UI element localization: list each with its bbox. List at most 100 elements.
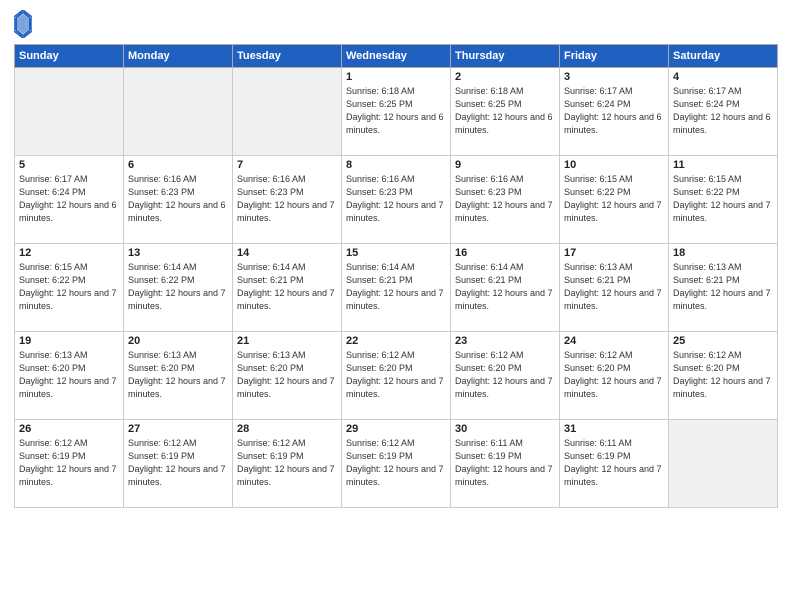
day-number: 6 [128,159,228,171]
day-number: 4 [673,71,773,83]
day-info: Sunrise: 6:12 AMSunset: 6:19 PMDaylight:… [19,438,117,487]
calendar-day-header: Tuesday [233,45,342,68]
calendar-cell: 20 Sunrise: 6:13 AMSunset: 6:20 PMDaylig… [124,332,233,420]
day-number: 1 [346,71,446,83]
calendar-header-row: SundayMondayTuesdayWednesdayThursdayFrid… [15,45,778,68]
day-info: Sunrise: 6:13 AMSunset: 6:21 PMDaylight:… [673,262,771,311]
calendar-cell: 23 Sunrise: 6:12 AMSunset: 6:20 PMDaylig… [451,332,560,420]
calendar-day-header: Monday [124,45,233,68]
day-info: Sunrise: 6:17 AMSunset: 6:24 PMDaylight:… [564,86,662,135]
day-info: Sunrise: 6:17 AMSunset: 6:24 PMDaylight:… [673,86,771,135]
day-info: Sunrise: 6:16 AMSunset: 6:23 PMDaylight:… [455,174,553,223]
day-number: 3 [564,71,664,83]
calendar-cell: 12 Sunrise: 6:15 AMSunset: 6:22 PMDaylig… [15,244,124,332]
day-number: 15 [346,247,446,259]
day-number: 24 [564,335,664,347]
logo [14,10,34,38]
day-info: Sunrise: 6:14 AMSunset: 6:21 PMDaylight:… [346,262,444,311]
calendar-week-row: 1 Sunrise: 6:18 AMSunset: 6:25 PMDayligh… [15,68,778,156]
day-info: Sunrise: 6:16 AMSunset: 6:23 PMDaylight:… [346,174,444,223]
calendar-cell [124,68,233,156]
calendar-cell: 16 Sunrise: 6:14 AMSunset: 6:21 PMDaylig… [451,244,560,332]
calendar-cell: 11 Sunrise: 6:15 AMSunset: 6:22 PMDaylig… [669,156,778,244]
header [14,10,778,38]
day-number: 27 [128,423,228,435]
day-info: Sunrise: 6:12 AMSunset: 6:20 PMDaylight:… [673,350,771,399]
calendar-cell: 15 Sunrise: 6:14 AMSunset: 6:21 PMDaylig… [342,244,451,332]
calendar-day-header: Saturday [669,45,778,68]
day-number: 10 [564,159,664,171]
day-number: 31 [564,423,664,435]
day-number: 16 [455,247,555,259]
calendar-cell: 7 Sunrise: 6:16 AMSunset: 6:23 PMDayligh… [233,156,342,244]
calendar-cell: 8 Sunrise: 6:16 AMSunset: 6:23 PMDayligh… [342,156,451,244]
calendar-cell: 18 Sunrise: 6:13 AMSunset: 6:21 PMDaylig… [669,244,778,332]
calendar-cell: 29 Sunrise: 6:12 AMSunset: 6:19 PMDaylig… [342,420,451,508]
day-number: 7 [237,159,337,171]
day-info: Sunrise: 6:16 AMSunset: 6:23 PMDaylight:… [237,174,335,223]
day-number: 28 [237,423,337,435]
calendar-cell [15,68,124,156]
day-number: 18 [673,247,773,259]
day-info: Sunrise: 6:13 AMSunset: 6:20 PMDaylight:… [237,350,335,399]
calendar-cell: 25 Sunrise: 6:12 AMSunset: 6:20 PMDaylig… [669,332,778,420]
day-number: 19 [19,335,119,347]
day-info: Sunrise: 6:18 AMSunset: 6:25 PMDaylight:… [346,86,444,135]
day-info: Sunrise: 6:15 AMSunset: 6:22 PMDaylight:… [19,262,117,311]
day-number: 14 [237,247,337,259]
day-number: 2 [455,71,555,83]
day-info: Sunrise: 6:12 AMSunset: 6:19 PMDaylight:… [346,438,444,487]
calendar-cell: 31 Sunrise: 6:11 AMSunset: 6:19 PMDaylig… [560,420,669,508]
calendar-cell: 28 Sunrise: 6:12 AMSunset: 6:19 PMDaylig… [233,420,342,508]
calendar-cell [669,420,778,508]
day-info: Sunrise: 6:13 AMSunset: 6:20 PMDaylight:… [19,350,117,399]
day-info: Sunrise: 6:12 AMSunset: 6:19 PMDaylight:… [128,438,226,487]
day-info: Sunrise: 6:12 AMSunset: 6:20 PMDaylight:… [455,350,553,399]
calendar-cell: 2 Sunrise: 6:18 AMSunset: 6:25 PMDayligh… [451,68,560,156]
calendar-cell: 9 Sunrise: 6:16 AMSunset: 6:23 PMDayligh… [451,156,560,244]
day-info: Sunrise: 6:14 AMSunset: 6:22 PMDaylight:… [128,262,226,311]
day-number: 12 [19,247,119,259]
calendar-day-header: Wednesday [342,45,451,68]
day-info: Sunrise: 6:12 AMSunset: 6:20 PMDaylight:… [346,350,444,399]
day-info: Sunrise: 6:15 AMSunset: 6:22 PMDaylight:… [673,174,771,223]
day-number: 20 [128,335,228,347]
day-info: Sunrise: 6:12 AMSunset: 6:20 PMDaylight:… [564,350,662,399]
calendar-day-header: Thursday [451,45,560,68]
calendar-cell: 17 Sunrise: 6:13 AMSunset: 6:21 PMDaylig… [560,244,669,332]
calendar-cell: 21 Sunrise: 6:13 AMSunset: 6:20 PMDaylig… [233,332,342,420]
calendar-week-row: 26 Sunrise: 6:12 AMSunset: 6:19 PMDaylig… [15,420,778,508]
calendar-day-header: Friday [560,45,669,68]
day-info: Sunrise: 6:12 AMSunset: 6:19 PMDaylight:… [237,438,335,487]
day-info: Sunrise: 6:13 AMSunset: 6:21 PMDaylight:… [564,262,662,311]
calendar-cell [233,68,342,156]
calendar-cell: 5 Sunrise: 6:17 AMSunset: 6:24 PMDayligh… [15,156,124,244]
day-number: 30 [455,423,555,435]
day-number: 29 [346,423,446,435]
calendar-cell: 19 Sunrise: 6:13 AMSunset: 6:20 PMDaylig… [15,332,124,420]
day-info: Sunrise: 6:13 AMSunset: 6:20 PMDaylight:… [128,350,226,399]
day-info: Sunrise: 6:17 AMSunset: 6:24 PMDaylight:… [19,174,117,223]
generalblue-icon [14,10,32,38]
calendar-cell: 6 Sunrise: 6:16 AMSunset: 6:23 PMDayligh… [124,156,233,244]
calendar-cell: 3 Sunrise: 6:17 AMSunset: 6:24 PMDayligh… [560,68,669,156]
page: SundayMondayTuesdayWednesdayThursdayFrid… [0,0,792,612]
day-info: Sunrise: 6:14 AMSunset: 6:21 PMDaylight:… [455,262,553,311]
calendar-week-row: 5 Sunrise: 6:17 AMSunset: 6:24 PMDayligh… [15,156,778,244]
calendar-cell: 1 Sunrise: 6:18 AMSunset: 6:25 PMDayligh… [342,68,451,156]
day-number: 26 [19,423,119,435]
day-number: 25 [673,335,773,347]
day-info: Sunrise: 6:11 AMSunset: 6:19 PMDaylight:… [564,438,662,487]
calendar-cell: 22 Sunrise: 6:12 AMSunset: 6:20 PMDaylig… [342,332,451,420]
day-number: 9 [455,159,555,171]
day-info: Sunrise: 6:15 AMSunset: 6:22 PMDaylight:… [564,174,662,223]
day-number: 8 [346,159,446,171]
day-info: Sunrise: 6:14 AMSunset: 6:21 PMDaylight:… [237,262,335,311]
day-info: Sunrise: 6:11 AMSunset: 6:19 PMDaylight:… [455,438,553,487]
calendar-cell: 13 Sunrise: 6:14 AMSunset: 6:22 PMDaylig… [124,244,233,332]
calendar-week-row: 12 Sunrise: 6:15 AMSunset: 6:22 PMDaylig… [15,244,778,332]
calendar-cell: 27 Sunrise: 6:12 AMSunset: 6:19 PMDaylig… [124,420,233,508]
day-number: 17 [564,247,664,259]
day-number: 11 [673,159,773,171]
calendar-cell: 26 Sunrise: 6:12 AMSunset: 6:19 PMDaylig… [15,420,124,508]
